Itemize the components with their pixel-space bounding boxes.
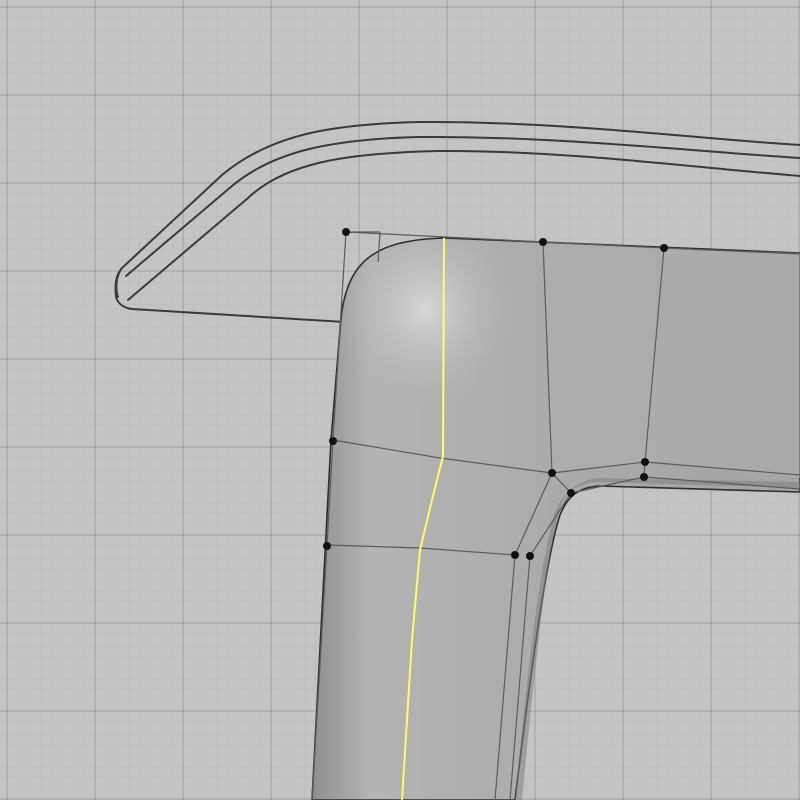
control-point[interactable]	[640, 473, 648, 481]
control-point[interactable]	[323, 542, 331, 550]
control-point[interactable]	[641, 458, 649, 466]
control-point[interactable]	[526, 552, 534, 560]
control-point[interactable]	[548, 469, 556, 477]
control-point[interactable]	[511, 551, 519, 559]
control-point[interactable]	[329, 437, 337, 445]
modeling-viewport[interactable]	[0, 0, 800, 800]
viewport-canvas[interactable]	[0, 0, 800, 800]
control-point[interactable]	[539, 238, 547, 246]
control-point[interactable]	[660, 244, 668, 252]
control-point[interactable]	[342, 228, 350, 236]
control-point[interactable]	[567, 489, 575, 497]
